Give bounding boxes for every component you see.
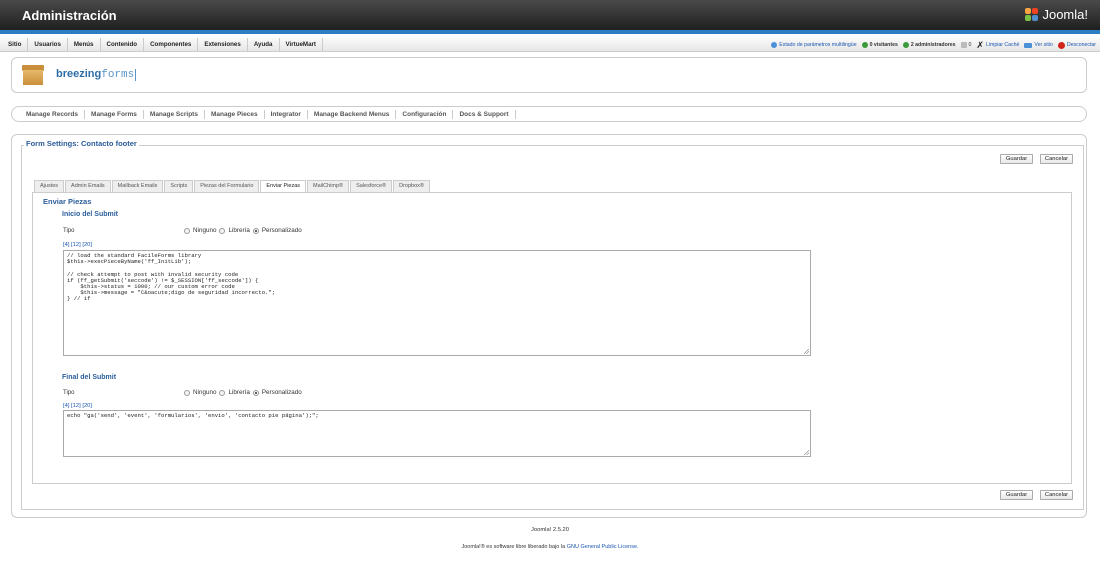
admin-header: Administración Joomla!: [0, 0, 1100, 34]
messages-count[interactable]: 0: [960, 42, 971, 48]
user-icon: [861, 42, 868, 48]
start-radio-none[interactable]: [184, 227, 190, 234]
admin-menubar: Sitio Usuarios Menús Contenido Componentes Ex…: [0, 38, 1100, 52]
clear-cache-link[interactable]: ✗ Limpiar Caché: [976, 40, 1019, 51]
power-icon: [1057, 41, 1065, 49]
tab-admin-emails[interactable]: Admin Emails: [65, 180, 111, 192]
admins-count: 2 administradores: [902, 42, 956, 48]
start-radio-custom-label: Personalizado: [261, 227, 302, 234]
gpl-license-link[interactable]: GNU General Public License.: [567, 544, 639, 550]
start-submit-title: Inicio del Submit: [62, 211, 119, 218]
status-bar: Estado de parámetros multilingüe 0 visit…: [771, 38, 1096, 52]
tab-mailback-emails[interactable]: Mailback Emails: [111, 180, 164, 192]
start-piece-links[interactable]: [4] [12] [20]: [63, 242, 92, 248]
tab-scripts[interactable]: Scripts: [164, 180, 194, 192]
start-radio-custom[interactable]: [252, 227, 259, 234]
tab-dropbox-[interactable]: Dropbox®: [393, 180, 430, 192]
save-button-top[interactable]: Guardar: [1000, 154, 1033, 164]
start-code-editor[interactable]: // load the standard FacileForms library…: [63, 250, 811, 356]
main-menu: Sitio Usuarios Menús Contenido Componentes Ex…: [2, 38, 323, 52]
joomla-logo[interactable]: Joomla!: [1025, 7, 1088, 22]
component-brand-bar: breezingforms: [11, 57, 1087, 93]
save-button-bottom[interactable]: Guardar: [1000, 490, 1033, 500]
end-radio-library[interactable]: [219, 389, 226, 396]
end-radio-none[interactable]: [184, 389, 190, 396]
start-type-label: Tipo: [63, 228, 75, 234]
multilang-status-link[interactable]: Estado de parámetros multilingüe: [771, 42, 857, 48]
joomla-logo-text: Joomla!: [1042, 7, 1088, 22]
nav-item-manage-pieces[interactable]: Manage Pieces: [205, 109, 265, 119]
footer-version: Joomla! 2.5.20: [530, 527, 570, 533]
start-radio-library-label: Librería: [228, 227, 250, 234]
end-radio-library-label: Librería: [228, 389, 250, 396]
view-site-link[interactable]: Ver sitio: [1024, 42, 1053, 48]
start-type-radios: Ninguno Librería Personalizado: [184, 227, 302, 234]
joomla-logo-icon: [1025, 7, 1039, 22]
nav-item-integrator[interactable]: Integrator: [265, 109, 308, 119]
end-code-text: echo "ga('send', 'event', 'formularios',…: [67, 412, 319, 419]
nav-item-manage-records[interactable]: Manage Records: [20, 109, 86, 119]
end-type-label: Tipo: [63, 390, 75, 396]
footer-license-text: Joomla!® es software libre liberado bajo…: [461, 544, 566, 550]
component-name: breezingforms: [56, 68, 137, 81]
visitors-count: 0 visitantes: [861, 42, 898, 48]
footer-license: Joomla!® es software libre liberado bajo…: [0, 544, 1100, 550]
end-radio-custom-label: Personalizado: [261, 389, 302, 396]
cancel-button-bottom[interactable]: Cancelar: [1040, 490, 1073, 500]
nav-item-configuraci-n[interactable]: Configuración: [396, 109, 454, 119]
nav-item-manage-forms[interactable]: Manage Forms: [85, 109, 144, 119]
end-type-radios: Ninguno Librería Personalizado: [184, 389, 302, 396]
breezingforms-box-icon: [22, 65, 44, 85]
broom-icon: ✗: [976, 39, 984, 50]
form-settings-legend: Form Settings: Contacto footer: [24, 139, 139, 148]
menu-item-ayuda[interactable]: Ayuda: [248, 38, 280, 52]
menu-item-usuarios[interactable]: Usuarios: [28, 38, 68, 52]
resize-grip-icon[interactable]: [804, 450, 809, 455]
monitor-icon: [1024, 42, 1033, 48]
resize-grip-icon[interactable]: [804, 349, 809, 354]
admin-user-icon: [902, 42, 909, 48]
component-nav: Manage Records Manage Forms Manage Scripts…: [11, 106, 1087, 122]
tab-ajustes[interactable]: Ajustes: [34, 180, 65, 192]
tab-mailchimp-[interactable]: MailChimp®: [307, 180, 350, 192]
nav-item-docs-support[interactable]: Docs & Support: [453, 109, 516, 119]
menu-item-men-s[interactable]: Menús: [68, 38, 101, 52]
start-code-text: // load the standard FacileForms library…: [67, 252, 276, 303]
end-code-editor[interactable]: echo "ga('send', 'event', 'formularios',…: [63, 410, 811, 457]
start-radio-library[interactable]: [219, 227, 226, 234]
menu-item-virtuemart[interactable]: VirtueMart: [280, 38, 323, 52]
tab-salesforce-[interactable]: Salesforce®: [350, 180, 393, 192]
menu-item-sitio[interactable]: Sitio: [2, 38, 29, 52]
nav-item-manage-backend-menus[interactable]: Manage Backend Menus: [308, 109, 397, 119]
settings-tabs: Ajustes Admin Emails Mailback Emails Script…: [34, 180, 431, 193]
mail-icon: [960, 42, 967, 48]
section-heading: Enviar Piezas: [43, 197, 92, 206]
start-radio-none-label: Ninguno: [193, 227, 217, 234]
logout-link[interactable]: Desconectar: [1057, 41, 1096, 49]
menu-item-componentes[interactable]: Componentes: [144, 38, 199, 52]
tab-piezas-del-formulario[interactable]: Piezas del Formulario: [194, 180, 260, 192]
menu-item-contenido[interactable]: Contenido: [101, 38, 145, 52]
nav-item-manage-scripts[interactable]: Manage Scripts: [144, 109, 205, 119]
admin-title: Administración: [22, 8, 117, 23]
end-radio-custom[interactable]: [252, 389, 259, 396]
end-piece-links[interactable]: [4] [12] [20]: [63, 403, 92, 409]
globe-icon: [771, 42, 778, 48]
cancel-button-top[interactable]: Cancelar: [1040, 154, 1073, 164]
end-submit-title: Final del Submit: [62, 374, 117, 381]
menu-item-extensiones[interactable]: Extensiones: [198, 38, 248, 52]
end-radio-none-label: Ninguno: [193, 389, 217, 396]
